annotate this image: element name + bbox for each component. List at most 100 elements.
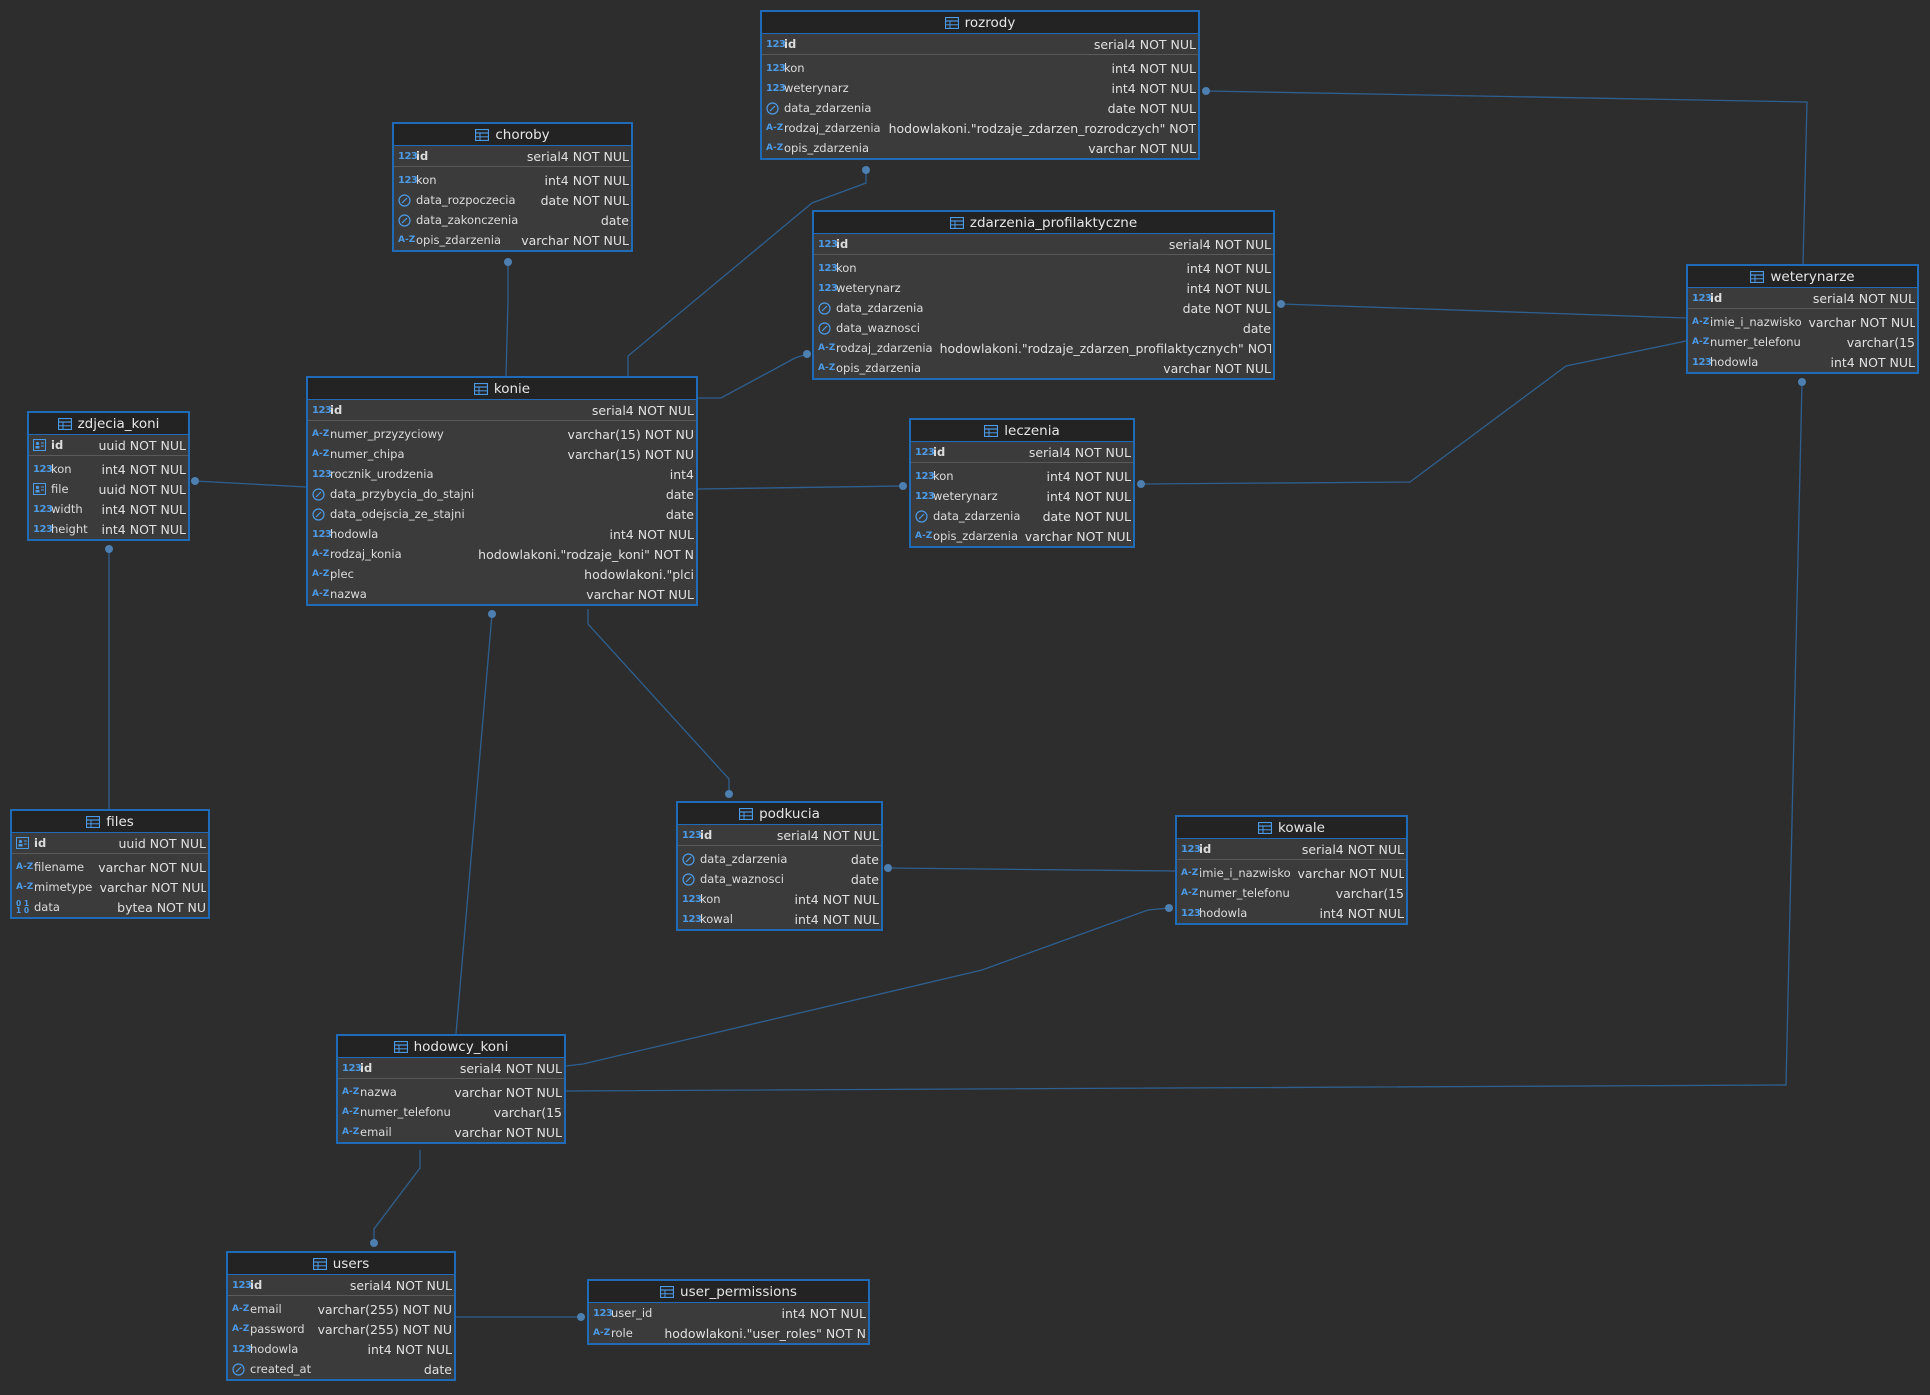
- column-row[interactable]: A-Z mimetype varchar NOT NUL: [12, 877, 208, 897]
- column-row[interactable]: A-Z opis_zdarzenia varchar NOT NUL: [911, 526, 1133, 546]
- relationship-line-kowale-to-hodowcy-koni[interactable]: [565, 907, 1170, 1067]
- table-podkucia[interactable]: podkucia 123 id serial4 NOT NUL data_zdarzen…: [676, 801, 883, 931]
- column-row[interactable]: 123 height int4 NOT NUL: [29, 519, 188, 539]
- column-row[interactable]: 123 kon int4 NOT NUL: [911, 466, 1133, 486]
- table-header[interactable]: hodowcy_koni: [338, 1036, 564, 1058]
- column-row[interactable]: 123 kon int4 NOT NUL: [814, 258, 1273, 278]
- table-files[interactable]: files id uuid NOT NUL A-Z filename varchar NO…: [10, 809, 210, 919]
- column-row[interactable]: 123 hodowla int4 NOT NUL: [228, 1339, 454, 1359]
- column-row[interactable]: data_przybycia_do_stajni date: [308, 484, 696, 504]
- column-row[interactable]: A-Z imie_i_nazwisko varchar NOT NUL: [1688, 312, 1917, 332]
- column-row[interactable]: data_waznosci date: [678, 869, 881, 889]
- table-header[interactable]: zdjecia_koni: [29, 413, 188, 435]
- column-row[interactable]: data_waznosci date: [814, 318, 1273, 338]
- column-row[interactable]: data_zdarzenia date NOT NUL: [911, 506, 1133, 526]
- table-header[interactable]: leczenia: [911, 420, 1133, 442]
- relationship-line-choroby-to-konie[interactable]: [505, 262, 509, 377]
- column-row[interactable]: A-Z rodzaj_konia hodowlakoni."rodzaje_koni…: [308, 544, 696, 564]
- table-kowale[interactable]: kowale 123 id serial4 NOT NUL A-Z imie_i_nazw…: [1175, 815, 1408, 925]
- column-row[interactable]: 123 user_id int4 NOT NUL: [589, 1303, 868, 1323]
- column-row[interactable]: 123 hodowla int4 NOT NUL: [1177, 903, 1406, 923]
- column-row[interactable]: A-Z password varchar(255) NOT NU: [228, 1319, 454, 1339]
- table-header[interactable]: konie: [308, 378, 696, 400]
- column-row[interactable]: A-Z numer_telefonu varchar(15: [1688, 332, 1917, 352]
- relationship-line-users-to-hodowcy-koni[interactable]: [373, 1150, 421, 1243]
- column-row[interactable]: A-Z rodzaj_zdarzenia hodowlakoni."rodzaje_…: [762, 118, 1198, 138]
- table-header[interactable]: weterynarze: [1688, 266, 1917, 288]
- table-header[interactable]: podkucia: [678, 803, 881, 825]
- column-row[interactable]: 123 hodowla int4 NOT NUL: [1688, 352, 1917, 372]
- relationship-line-zdarzenia-profilaktyczne-to-weterynarze[interactable]: [1280, 303, 1687, 319]
- column-row[interactable]: 123 kon int4 NOT NUL: [29, 459, 188, 479]
- relationship-line-podkucia-to-konie[interactable]: [587, 609, 730, 794]
- column-row[interactable]: 123 id serial4 NOT NUL: [338, 1058, 564, 1079]
- column-row[interactable]: 123 weterynarz int4 NOT NUL: [762, 78, 1198, 98]
- er-diagram-canvas[interactable]: rozrody 123 id serial4 NOT NUL 123 kon int4 NO…: [0, 0, 1930, 1395]
- column-row[interactable]: 123 rocznik_urodzenia int4: [308, 464, 696, 484]
- column-row[interactable]: data_zakonczenia date: [394, 210, 631, 230]
- column-row[interactable]: data_zdarzenia date NOT NUL: [762, 98, 1198, 118]
- table-header[interactable]: choroby: [394, 124, 631, 146]
- table-header[interactable]: users: [228, 1253, 454, 1275]
- column-row[interactable]: id uuid NOT NUL: [12, 833, 208, 854]
- column-row[interactable]: file uuid NOT NUL: [29, 479, 188, 499]
- column-row[interactable]: 123 id serial4 NOT NUL: [1177, 839, 1406, 860]
- column-row[interactable]: data_zdarzenia date: [678, 849, 881, 869]
- column-row[interactable]: 123 weterynarz int4 NOT NUL: [814, 278, 1273, 298]
- column-row[interactable]: 0 11 0 data bytea NOT NU: [12, 897, 208, 917]
- column-row[interactable]: data_rozpoczecia date NOT NUL: [394, 190, 631, 210]
- column-row[interactable]: 123 width int4 NOT NUL: [29, 499, 188, 519]
- column-row[interactable]: data_odejscia_ze_stajni date: [308, 504, 696, 524]
- column-row[interactable]: 123 id serial4 NOT NUL: [678, 825, 881, 846]
- table-zdjecia-koni[interactable]: zdjecia_koni id uuid NOT NUL 123 kon int4 NOT…: [27, 411, 190, 541]
- column-row[interactable]: 123 kowal int4 NOT NUL: [678, 909, 881, 929]
- column-row[interactable]: A-Z nazwa varchar NOT NUL: [308, 584, 696, 604]
- column-row[interactable]: 123 hodowla int4 NOT NUL: [308, 524, 696, 544]
- table-users[interactable]: users 123 id serial4 NOT NUL A-Z email varchar…: [226, 1251, 456, 1381]
- column-row[interactable]: data_zdarzenia date NOT NUL: [814, 298, 1273, 318]
- column-row[interactable]: A-Z filename varchar NOT NUL: [12, 857, 208, 877]
- column-row[interactable]: 123 id serial4 NOT NUL: [814, 234, 1273, 255]
- relationship-line-zdjecia-koni-to-konie[interactable]: [194, 480, 307, 488]
- column-row[interactable]: A-Z nazwa varchar NOT NUL: [338, 1082, 564, 1102]
- column-row[interactable]: 123 id serial4 NOT NUL: [308, 400, 696, 421]
- relationship-line-podkucia-to-kowale[interactable]: [887, 867, 1176, 872]
- column-row[interactable]: 123 id serial4 NOT NUL: [762, 34, 1198, 55]
- column-row[interactable]: A-Z rodzaj_zdarzenia hodowlakoni."rodzaje_…: [814, 338, 1273, 358]
- column-row[interactable]: 123 id serial4 NOT NUL: [228, 1275, 454, 1296]
- table-header[interactable]: zdarzenia_profilaktyczne: [814, 212, 1273, 234]
- table-weterynarze[interactable]: weterynarze 123 id serial4 NOT NUL A-Z imie_i…: [1686, 264, 1919, 374]
- column-row[interactable]: A-Z numer_telefonu varchar(15: [338, 1102, 564, 1122]
- table-user-permissions[interactable]: user_permissions 123 user_id int4 NOT NUL A-…: [587, 1279, 870, 1345]
- column-row[interactable]: id uuid NOT NUL: [29, 435, 188, 456]
- table-konie[interactable]: konie 123 id serial4 NOT NUL A-Z numer_przyzy…: [306, 376, 698, 606]
- column-row[interactable]: A-Z imie_i_nazwisko varchar NOT NUL: [1177, 863, 1406, 883]
- table-header[interactable]: rozrody: [762, 12, 1198, 34]
- table-header[interactable]: kowale: [1177, 817, 1406, 839]
- column-row[interactable]: A-Z numer_chipa varchar(15) NOT NU: [308, 444, 696, 464]
- table-zdarzenia-profilaktyczne[interactable]: zdarzenia_profilaktyczne 123 id serial4 NOT…: [812, 210, 1275, 380]
- relationship-line-leczenia-to-konie[interactable]: [697, 485, 904, 490]
- column-row[interactable]: 123 kon int4 NOT NUL: [678, 889, 881, 909]
- column-row[interactable]: created_at date: [228, 1359, 454, 1379]
- table-hodowcy-koni[interactable]: hodowcy_koni 123 id serial4 NOT NUL A-Z nazwa…: [336, 1034, 566, 1144]
- table-leczenia[interactable]: leczenia 123 id serial4 NOT NUL 123 kon int4 N…: [909, 418, 1135, 548]
- column-row[interactable]: 123 weterynarz int4 NOT NUL: [911, 486, 1133, 506]
- column-row[interactable]: 123 id serial4 NOT NUL: [394, 146, 631, 167]
- column-row[interactable]: 123 kon int4 NOT NUL: [394, 170, 631, 190]
- column-row[interactable]: A-Z numer_przyzyciowy varchar(15) NOT NU: [308, 424, 696, 444]
- column-row[interactable]: A-Z plec hodowlakoni."plci: [308, 564, 696, 584]
- column-row[interactable]: A-Z email varchar NOT NUL: [338, 1122, 564, 1142]
- table-rozrody[interactable]: rozrody 123 id serial4 NOT NUL 123 kon int4 NO…: [760, 10, 1200, 160]
- column-row[interactable]: A-Z opis_zdarzenia varchar NOT NUL: [762, 138, 1198, 158]
- column-row[interactable]: A-Z opis_zdarzenia varchar NOT NUL: [814, 358, 1273, 378]
- table-header[interactable]: files: [12, 811, 208, 833]
- column-row[interactable]: A-Z opis_zdarzenia varchar NOT NUL: [394, 230, 631, 250]
- relationship-line-zdarzenia-profilaktyczne-to-konie[interactable]: [698, 353, 808, 399]
- table-header[interactable]: user_permissions: [589, 1281, 868, 1303]
- column-row[interactable]: A-Z numer_telefonu varchar(15: [1177, 883, 1406, 903]
- column-row[interactable]: A-Z email varchar(255) NOT NU: [228, 1299, 454, 1319]
- column-row[interactable]: 123 id serial4 NOT NUL: [1688, 288, 1917, 309]
- column-row[interactable]: 123 id serial4 NOT NUL: [911, 442, 1133, 463]
- column-row[interactable]: A-Z role hodowlakoni."user_roles" NOT N: [589, 1323, 868, 1343]
